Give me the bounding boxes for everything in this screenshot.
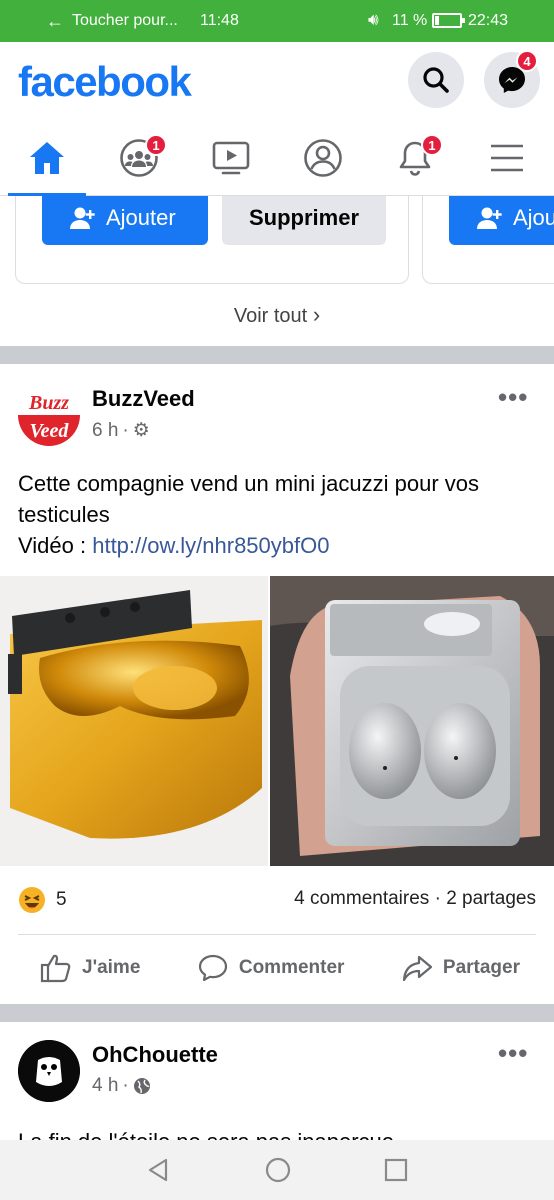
add-friend-label: Ajou: [513, 205, 554, 230]
messenger-badge: 4: [516, 50, 538, 72]
post-body: Cette compagnie vend un mini jacuzzi pou…: [18, 471, 480, 527]
vibrate-icon: 🔊︎: [368, 10, 379, 29]
see-all-label: Voir tout: [233, 305, 308, 327]
like-label: J'aime: [82, 956, 141, 978]
home-icon: [30, 142, 64, 174]
add-friend-button[interactable]: Ajou: [449, 196, 554, 245]
post-meta: 6 h · ⚙: [92, 419, 150, 442]
system-nav-bar: [0, 1140, 554, 1200]
avatar-text-bottom: Veed: [30, 420, 70, 442]
share-button[interactable]: Partager: [379, 953, 536, 983]
add-friend-icon: [477, 207, 502, 229]
groups-badge: 1: [145, 134, 167, 156]
haha-reaction-icon: [19, 887, 45, 913]
tab-home[interactable]: [2, 120, 92, 196]
post-actions: J'aime Commenter Partager: [18, 934, 536, 1000]
video-icon: [212, 141, 250, 175]
add-friend-label: Ajouter: [106, 205, 176, 230]
avatar[interactable]: [18, 1040, 80, 1102]
status-bar: ← Toucher pour... 11:48 🔊︎ 11 % 22:43: [0, 0, 554, 42]
post-time[interactable]: 4 h: [92, 1075, 118, 1097]
tab-menu[interactable]: [462, 120, 552, 196]
like-button[interactable]: J'aime: [18, 953, 162, 983]
friend-suggestions: Ajouter Supprimer Ajou Voir tout ›: [0, 196, 554, 346]
share-icon: [402, 955, 432, 981]
dot-separator: ·: [122, 419, 129, 441]
thumbs-up-icon: [40, 954, 71, 982]
globe-icon: [133, 1078, 150, 1094]
post-buzzveed: Buzz Veed BuzzVeed 6 h · ⚙ ••• Cette com…: [0, 364, 554, 1004]
reactions-summary[interactable]: 5: [18, 886, 67, 914]
post-time[interactable]: 6 h: [92, 420, 118, 442]
battery-icon: [432, 13, 465, 28]
post-author[interactable]: BuzzVeed: [92, 386, 195, 412]
search-icon: [423, 67, 449, 93]
comment-button[interactable]: Commenter: [175, 953, 367, 983]
hamburger-icon: [491, 144, 523, 172]
comment-icon: [198, 954, 227, 981]
status-time: 22:43: [468, 12, 509, 29]
comment-label: Commenter: [238, 956, 345, 978]
share-label: Partager: [442, 956, 520, 978]
home-circle-icon[interactable]: [265, 1157, 291, 1183]
back-arrow-icon[interactable]: ←: [46, 11, 64, 32]
post-ohchouette: OhChouette 4 h · ••• La fin de l'étoile …: [0, 1022, 554, 1140]
delete-suggestion-button[interactable]: Supprimer: [222, 196, 386, 245]
post-meta: 4 h ·: [92, 1075, 151, 1097]
tab-groups[interactable]: 1: [94, 120, 184, 196]
facebook-logo[interactable]: facebook: [18, 58, 192, 106]
feed-separator: [0, 346, 554, 364]
dot-separator: ·: [434, 888, 447, 909]
suggestion-card: Ajouter Supprimer: [15, 196, 409, 284]
gear-icon: ⚙: [132, 420, 150, 441]
recent-apps-icon[interactable]: [384, 1158, 408, 1182]
post-text: Cette compagnie vend un mini jacuzzi pou…: [18, 468, 538, 561]
post-image[interactable]: [0, 576, 554, 866]
post-link-line: Vidéo : http://ow.ly/nhr850ybfO0: [18, 530, 538, 561]
more-options-button[interactable]: •••: [498, 382, 528, 413]
search-button[interactable]: [408, 52, 464, 108]
messenger-button[interactable]: 4: [484, 50, 540, 108]
avatar-text-top: Buzz: [28, 392, 69, 414]
shares-count[interactable]: 2 partages: [446, 888, 536, 909]
post-author[interactable]: OhChouette: [92, 1042, 218, 1068]
battery-percent: 11 %: [392, 12, 428, 29]
add-friend-icon: [70, 207, 95, 229]
see-all-link[interactable]: Voir tout ›: [0, 302, 554, 328]
tab-notifications[interactable]: 1: [370, 120, 460, 196]
dot-separator: ·: [122, 1075, 129, 1096]
profile-icon: [304, 139, 342, 177]
comments-count[interactable]: 4 commentaires: [294, 888, 429, 909]
post-link[interactable]: http://ow.ly/nhr850ybfO0: [92, 533, 329, 558]
notifications-badge: 1: [421, 134, 443, 156]
add-friend-button[interactable]: Ajouter: [42, 196, 208, 245]
post-text: La fin de l'étoile ne sera pas inaperçue: [18, 1126, 538, 1140]
tab-profile[interactable]: [278, 120, 368, 196]
more-options-button[interactable]: •••: [498, 1038, 528, 1069]
reactions-row: 5 4 commentaires · 2 partages: [18, 884, 536, 924]
feed-separator: [0, 1004, 554, 1022]
tab-watch[interactable]: [186, 120, 276, 196]
chevron-right-icon: ›: [312, 302, 321, 327]
back-icon[interactable]: [146, 1157, 172, 1183]
engagement-summary: 4 commentaires · 2 partages: [294, 888, 536, 910]
avatar[interactable]: Buzz Veed: [18, 384, 80, 446]
suggestion-card: Ajou: [422, 196, 554, 284]
video-prefix: Vidéo :: [18, 533, 93, 558]
nav-tabs: 1 1: [0, 120, 554, 196]
reactions-count: 5: [56, 889, 67, 910]
status-app-name[interactable]: Toucher pour...: [72, 12, 178, 30]
status-time-left: 11:48: [200, 12, 239, 29]
app-header: facebook 4: [0, 42, 554, 120]
